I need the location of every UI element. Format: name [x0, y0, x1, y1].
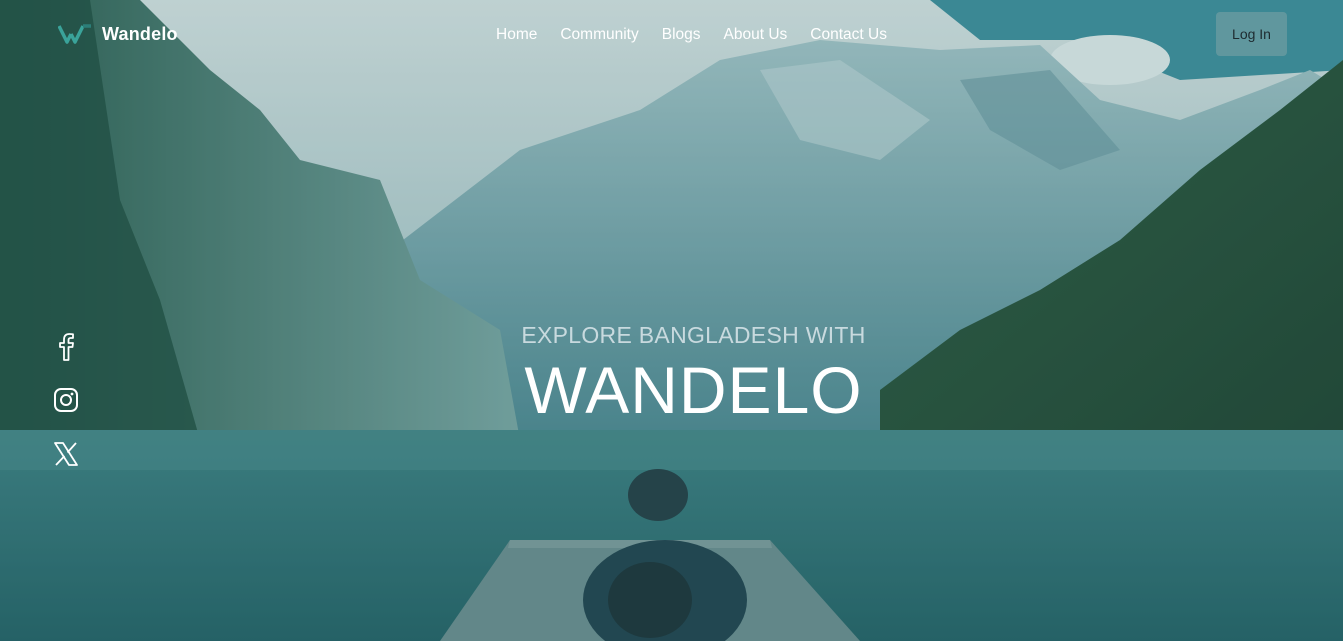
nav-blogs[interactable]: Blogs — [662, 24, 701, 46]
brand-name: Wandelo — [102, 23, 178, 44]
x-icon[interactable] — [52, 438, 80, 470]
nav-community[interactable]: Community — [560, 24, 638, 46]
hero-title: WANDELO — [524, 353, 863, 427]
nav-home[interactable]: Home — [496, 24, 537, 46]
login-button[interactable]: Log In — [1216, 12, 1287, 56]
brand[interactable]: Wandelo — [58, 22, 178, 46]
nav-contact-us[interactable]: Contact Us — [810, 24, 887, 46]
hero-headline: EXPLORE BANGLADESH WITH WANDELO — [0, 318, 1343, 428]
nav-about-us[interactable]: About Us — [724, 24, 788, 46]
hero-subtitle: EXPLORE BANGLADESH WITH — [521, 322, 866, 348]
hero-section: Wandelo Home Community Blogs About Us Co… — [0, 0, 1343, 641]
main-nav: Home Community Blogs About Us Contact Us — [496, 24, 887, 46]
w-logo-icon — [58, 24, 91, 44]
